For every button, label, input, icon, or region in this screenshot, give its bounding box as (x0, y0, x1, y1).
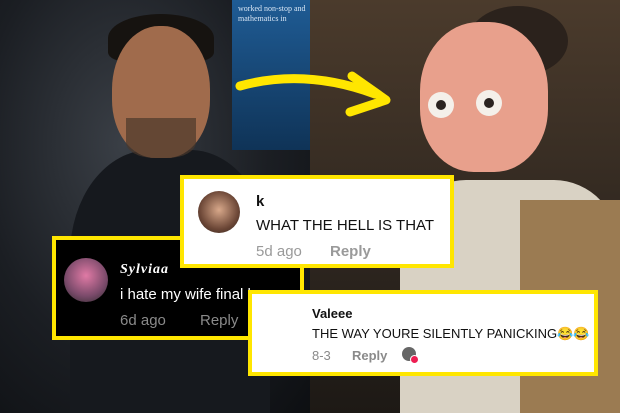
reply-button[interactable]: Reply (352, 348, 387, 363)
reply-button[interactable]: Reply (200, 312, 238, 329)
comment-text: THE WAY YOURE SILENTLY PANICKING😂😂 (312, 326, 590, 341)
sign-text: worked non-stop and mathematics in (238, 4, 306, 23)
comment-time: 8-3 (312, 348, 331, 363)
arrow-icon (235, 71, 391, 117)
comment-time: 6d ago (120, 312, 166, 329)
person-beard (126, 118, 196, 158)
comment-username[interactable]: Valeee (312, 306, 353, 321)
comment-username[interactable]: Sylviaa (120, 262, 169, 278)
comment-card-valeee: Valeee THE WAY YOURE SILENTLY PANICKING😂… (248, 290, 598, 376)
reply-button[interactable]: Reply (330, 243, 371, 260)
comment-time: 5d ago (256, 243, 302, 260)
puppet-eye-right (476, 90, 502, 116)
comment-text: WHAT THE HELL IS THAT (256, 217, 435, 234)
heart-icon (410, 355, 419, 364)
puppet-eye-left (428, 92, 454, 118)
comment-card-k: k WHAT THE HELL IS THAT 5d ago Reply (180, 175, 454, 268)
comment-username[interactable]: k (256, 193, 264, 210)
avatar[interactable] (64, 258, 108, 302)
avatar[interactable] (198, 191, 240, 233)
